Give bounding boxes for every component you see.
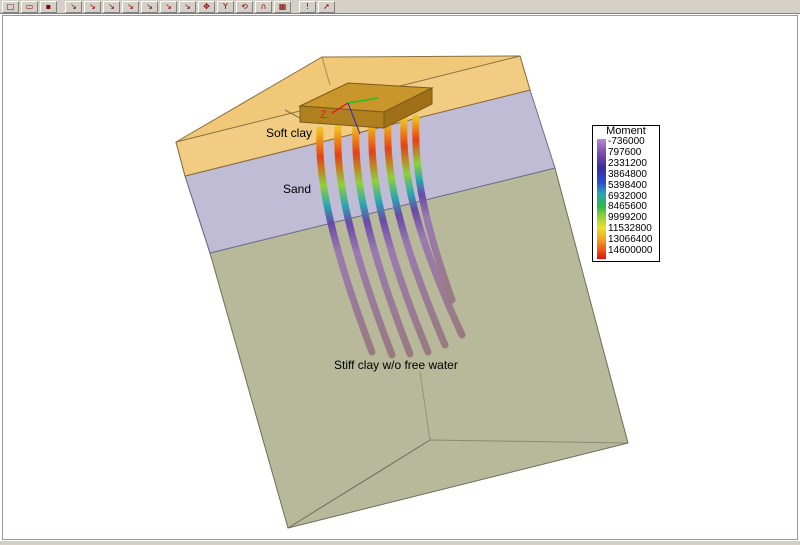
- sand-label: Sand: [283, 182, 311, 196]
- legend-value: 14600000: [608, 245, 653, 257]
- legend-color-scale: [597, 139, 606, 259]
- status-bar: [0, 541, 800, 545]
- soil-model-3d: Z Soft clay Sand Stiff clay w/o free wat…: [175, 55, 629, 529]
- legend-value: 5398400: [608, 179, 647, 191]
- axis-z-label: Z: [320, 109, 327, 121]
- moment-legend: Moment -736000 797600 2331200 3864800 53…: [592, 125, 660, 262]
- stiff-clay-label: Stiff clay w/o free water: [334, 358, 458, 372]
- soft-clay-label: Soft clay: [266, 126, 312, 140]
- legend-value: 3864800: [608, 168, 647, 180]
